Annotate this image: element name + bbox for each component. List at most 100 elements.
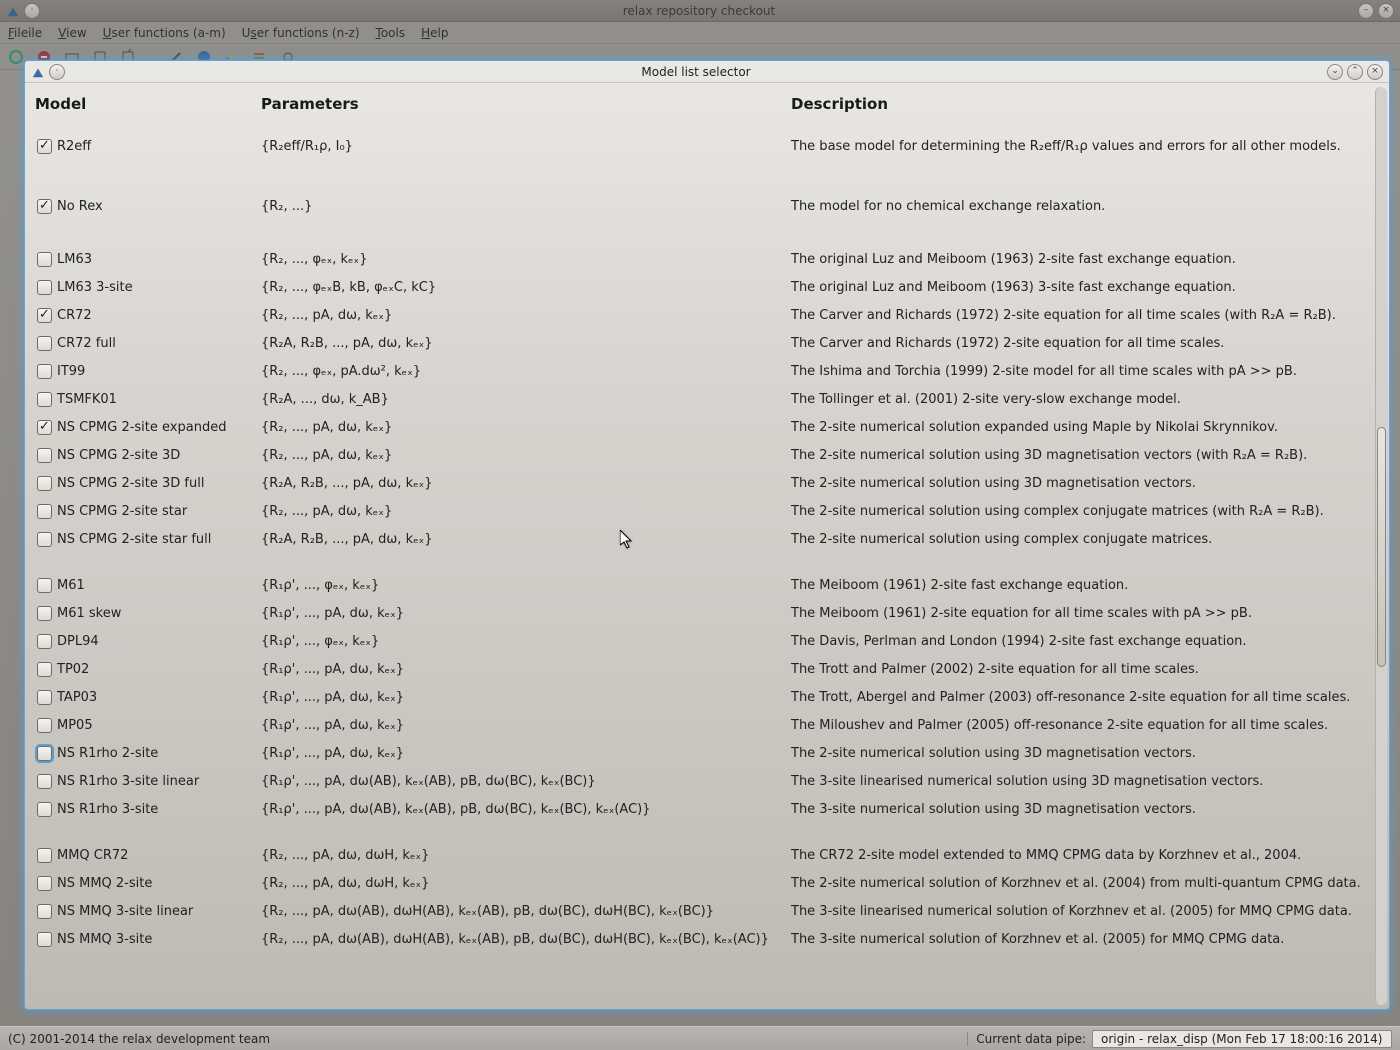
model-name: NS MMQ 2-site [57, 876, 261, 891]
model-description: The 3-site linearised numerical solution… [791, 774, 1379, 789]
scrollbar[interactable] [1375, 87, 1387, 1005]
model-description: The Carver and Richards (1972) 2-site eq… [791, 308, 1379, 323]
model-parameters: {R₂, ..., φₑₓ, kₑₓ} [261, 252, 791, 267]
model-parameters: {R₁ρ', ..., pA, dω, kₑₓ} [261, 746, 791, 761]
model-parameters: {R₂A, R₂B, ..., pA, dω, kₑₓ} [261, 476, 791, 491]
model-name: NS R1rho 3-site linear [57, 774, 261, 789]
pipe-label: Current data pipe: [967, 1032, 1086, 1046]
scrollbar-thumb[interactable] [1377, 427, 1386, 667]
model-row: NS MMQ 3-site{R₂, ..., pA, dω(AB), dωH(A… [35, 925, 1379, 953]
model-parameters: {R₁ρ', ..., pA, dω, kₑₓ} [261, 662, 791, 677]
model-name: R2eff [57, 139, 261, 154]
model-name: NS CPMG 2-site expanded [57, 420, 261, 435]
model-checkbox[interactable] [37, 578, 52, 593]
model-parameters: {R₂, ..., pA, dω(AB), dωH(AB), kₑₓ(AB), … [261, 932, 791, 947]
model-checkbox[interactable] [37, 634, 52, 649]
model-description: The model for no chemical exchange relax… [791, 199, 1379, 214]
model-parameters: {R₁ρ', ..., pA, dω, kₑₓ} [261, 718, 791, 733]
model-description: The original Luz and Meiboom (1963) 2-si… [791, 252, 1379, 267]
dialog-close-icon[interactable]: × [1367, 64, 1383, 80]
dialog-titlebar: · Model list selector ⌄ ⌃ × [25, 61, 1389, 83]
model-description: The Davis, Perlman and London (1994) 2-s… [791, 634, 1379, 649]
model-name: DPL94 [57, 634, 261, 649]
model-name: NS CPMG 2-site star [57, 504, 261, 519]
model-checkbox[interactable] [37, 904, 52, 919]
model-checkbox[interactable] [37, 662, 52, 677]
model-description: The 2-site numerical solution expanded u… [791, 420, 1379, 435]
model-checkbox[interactable] [37, 690, 52, 705]
model-name: M61 [57, 578, 261, 593]
model-checkbox[interactable] [37, 802, 52, 817]
model-parameters: {R₂A, R₂B, ..., pA, dω, kₑₓ} [261, 336, 791, 351]
model-checkbox[interactable] [37, 532, 52, 547]
model-checkbox[interactable] [37, 139, 52, 154]
model-name: MMQ CR72 [57, 848, 261, 863]
model-name: CR72 full [57, 336, 261, 351]
model-checkbox[interactable] [37, 420, 52, 435]
model-row: No Rex{R₂, ...}The model for no chemical… [35, 185, 1379, 227]
model-description: The 2-site numerical solution using comp… [791, 532, 1379, 547]
model-name: NS CPMG 2-site 3D [57, 448, 261, 463]
model-checkbox[interactable] [37, 876, 52, 891]
model-name: CR72 [57, 308, 261, 323]
model-checkbox[interactable] [37, 848, 52, 863]
model-checkbox[interactable] [37, 606, 52, 621]
model-row: DPL94{R₁ρ', ..., φₑₓ, kₑₓ}The Davis, Per… [35, 627, 1379, 655]
model-parameters: {R₁ρ', ..., pA, dω, kₑₓ} [261, 606, 791, 621]
model-description: The CR72 2-site model extended to MMQ CP… [791, 848, 1379, 863]
model-parameters: {R₂A, R₂B, ..., pA, dω, kₑₓ} [261, 532, 791, 547]
model-description: The Trott, Abergel and Palmer (2003) off… [791, 690, 1379, 705]
model-description: The 2-site numerical solution using 3D m… [791, 448, 1379, 463]
model-checkbox[interactable] [37, 308, 52, 323]
model-parameters: {R₁ρ', ..., pA, dω(AB), kₑₓ(AB), pB, dω(… [261, 802, 791, 817]
header-description: Description [791, 95, 1379, 113]
model-name: NS CPMG 2-site star full [57, 532, 261, 547]
model-parameters: {R₁ρ', ..., φₑₓ, kₑₓ} [261, 634, 791, 649]
model-name: NS MMQ 3-site linear [57, 904, 261, 919]
model-checkbox[interactable] [37, 336, 52, 351]
model-name: NS CPMG 2-site 3D full [57, 476, 261, 491]
model-description: The 2-site numerical solution using comp… [791, 504, 1379, 519]
model-checkbox[interactable] [37, 774, 52, 789]
model-parameters: {R₂, ..., φₑₓ, pA.dω², kₑₓ} [261, 364, 791, 379]
model-checkbox[interactable] [37, 504, 52, 519]
model-description: The Miloushev and Palmer (2005) off-reso… [791, 718, 1379, 733]
model-row: TP02{R₁ρ', ..., pA, dω, kₑₓ}The Trott an… [35, 655, 1379, 683]
model-parameters: {R₂, ..., pA, dω, dωH, kₑₓ} [261, 848, 791, 863]
dialog-max-icon[interactable]: ⌃ [1347, 64, 1363, 80]
model-checkbox[interactable] [37, 448, 52, 463]
model-description: The Ishima and Torchia (1999) 2-site mod… [791, 364, 1379, 379]
model-description: The base model for determining the R₂eff… [791, 139, 1379, 154]
model-parameters: {R₂, ..., pA, dω, dωH, kₑₓ} [261, 876, 791, 891]
model-description: The Meiboom (1961) 2-site equation for a… [791, 606, 1379, 621]
model-checkbox[interactable] [37, 746, 52, 761]
model-name: NS MMQ 3-site [57, 932, 261, 947]
model-name: IT99 [57, 364, 261, 379]
dialog-menu-icon[interactable]: · [49, 64, 65, 80]
model-checkbox[interactable] [37, 252, 52, 267]
model-checkbox[interactable] [37, 364, 52, 379]
model-row: M61{R₁ρ', ..., φₑₓ, kₑₓ}The Meiboom (196… [35, 571, 1379, 599]
model-parameters: {R₂, ..., pA, dω, kₑₓ} [261, 448, 791, 463]
model-row: R2eff{R₂eff/R₁ρ, I₀}The base model for d… [35, 125, 1379, 167]
header-model: Model [35, 95, 261, 113]
model-description: The 3-site numerical solution of Korzhne… [791, 932, 1379, 947]
model-checkbox[interactable] [37, 280, 52, 295]
model-checkbox[interactable] [37, 932, 52, 947]
model-checkbox[interactable] [37, 718, 52, 733]
model-row: CR72 full{R₂A, R₂B, ..., pA, dω, kₑₓ}The… [35, 329, 1379, 357]
model-checkbox[interactable] [37, 199, 52, 214]
model-parameters: {R₁ρ', ..., pA, dω, kₑₓ} [261, 690, 791, 705]
dialog-min-icon[interactable]: ⌄ [1327, 64, 1343, 80]
model-checkbox[interactable] [37, 476, 52, 491]
model-parameters: {R₂, ..., pA, dω, kₑₓ} [261, 308, 791, 323]
pipe-field[interactable]: origin - relax_disp (Mon Feb 17 18:00:16… [1092, 1030, 1392, 1048]
model-checkbox[interactable] [37, 392, 52, 407]
model-parameters: {R₂, ...} [261, 199, 791, 214]
model-parameters: {R₂A, ..., dω, k_AB} [261, 392, 791, 407]
model-parameters: {R₂, ..., φₑₓB, kB, φₑₓC, kC} [261, 280, 791, 295]
model-row: NS MMQ 2-site{R₂, ..., pA, dω, dωH, kₑₓ}… [35, 869, 1379, 897]
model-row: NS CPMG 2-site 3D full{R₂A, R₂B, ..., pA… [35, 469, 1379, 497]
model-row: MMQ CR72{R₂, ..., pA, dω, dωH, kₑₓ}The C… [35, 841, 1379, 869]
model-description: The Tollinger et al. (2001) 2-site very-… [791, 392, 1379, 407]
